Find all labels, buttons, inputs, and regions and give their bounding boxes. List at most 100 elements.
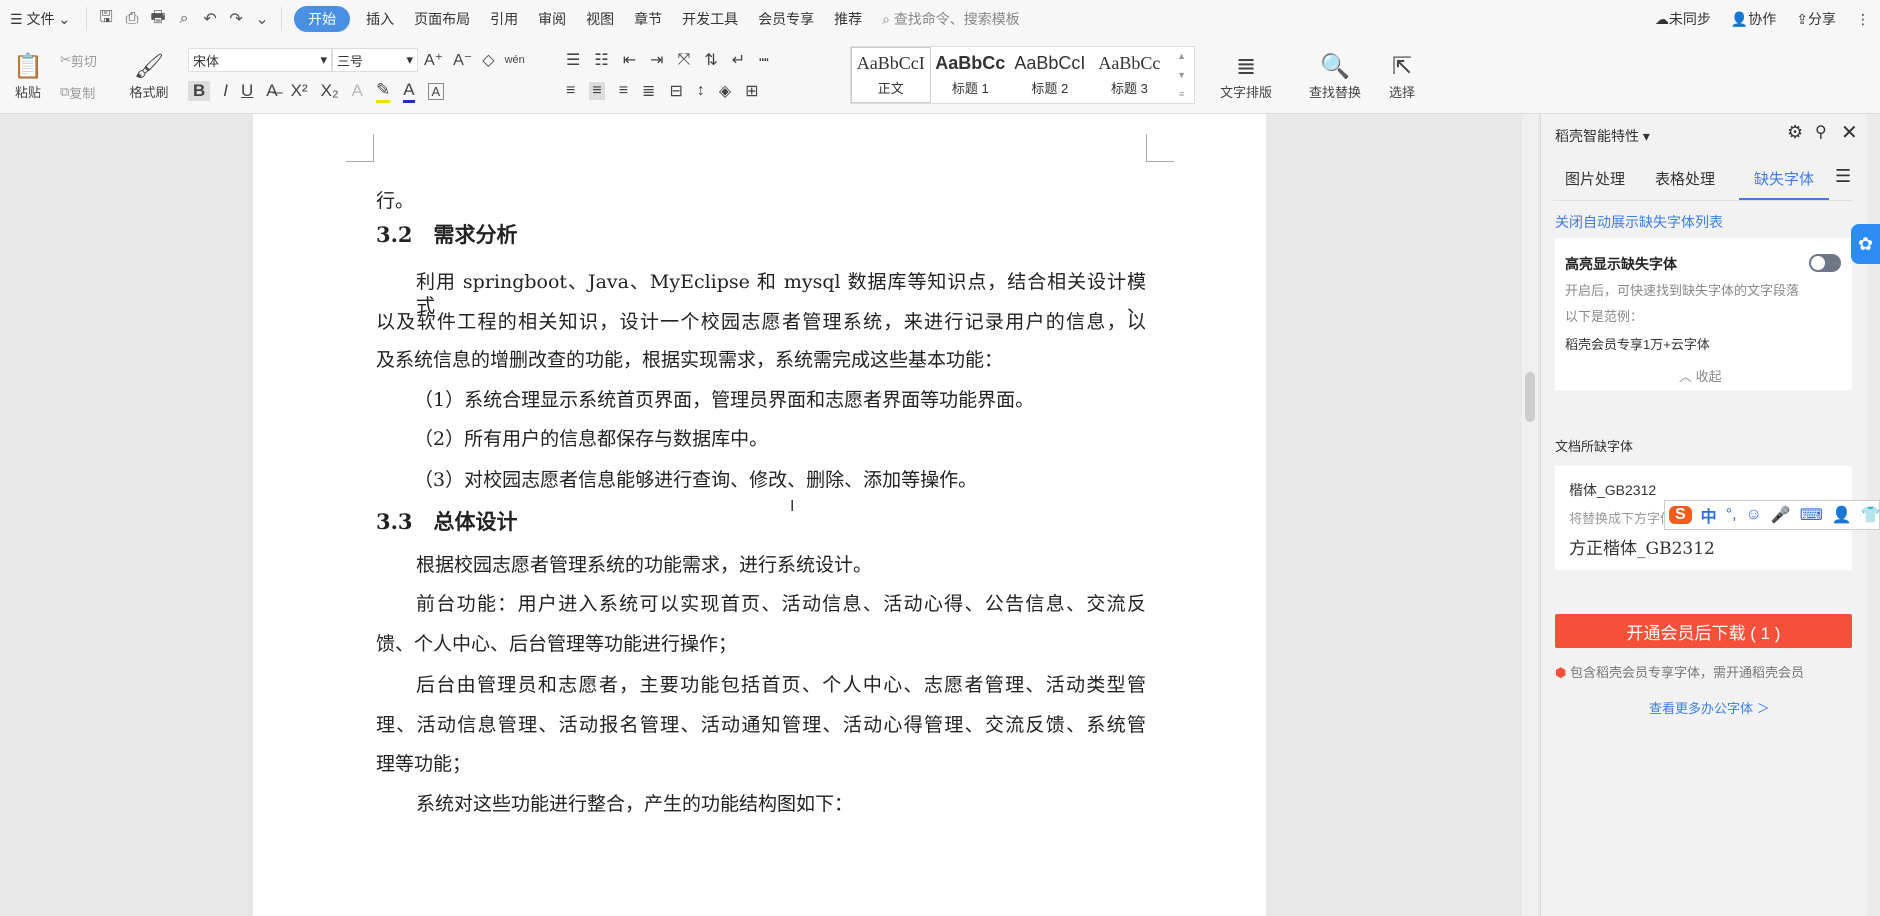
- download-fonts-button[interactable]: 开通会员后下载 ( 1 ): [1555, 614, 1852, 648]
- style-heading-1[interactable]: AaBbCc 标题 1: [931, 47, 1011, 103]
- print-preview-icon[interactable]: ⌕: [171, 0, 197, 38]
- tab-recommend[interactable]: 推荐: [824, 0, 872, 38]
- share-button[interactable]: ⇪ 分享: [1786, 0, 1846, 38]
- tab-missing-fonts[interactable]: 缺失字体: [1739, 168, 1829, 200]
- select-button[interactable]: ⇱ 选择: [1380, 46, 1424, 106]
- cursor-arrow-icon: ⇱: [1391, 52, 1413, 80]
- tab-chapter[interactable]: 章节: [624, 0, 672, 38]
- style-heading-2[interactable]: AaBbCcI 标题 2: [1010, 47, 1090, 103]
- superscript-icon[interactable]: X²: [291, 81, 308, 101]
- save-icon[interactable]: 🖫: [93, 0, 119, 38]
- close-icon[interactable]: ✕: [1841, 120, 1858, 145]
- sync-status[interactable]: ☁ 未同步: [1645, 0, 1721, 38]
- sort-icon[interactable]: ⇅: [704, 50, 717, 70]
- pinyin-icon[interactable]: wén: [505, 54, 525, 66]
- justify-icon[interactable]: ≣: [642, 81, 655, 101]
- redo-icon[interactable]: ↷: [223, 0, 249, 38]
- tab-insert[interactable]: 插入: [356, 0, 404, 38]
- tab-home[interactable]: 开始: [294, 6, 351, 32]
- microphone-icon[interactable]: 🎤: [1771, 505, 1791, 525]
- tab-member[interactable]: 会员专享: [748, 0, 824, 38]
- more-fonts-link[interactable]: 查看更多办公字体 ＞: [1649, 698, 1770, 717]
- ime-mode[interactable]: 中: [1701, 503, 1717, 527]
- ime-punct[interactable]: °,: [1726, 506, 1737, 524]
- tab-image-processing[interactable]: 图片处理: [1565, 168, 1625, 189]
- emoji-icon[interactable]: ☺: [1746, 506, 1762, 524]
- char-border-icon[interactable]: A: [427, 82, 445, 100]
- member-note-text: 包含稻壳会员专享字体，需开通稻壳会员: [1569, 665, 1804, 680]
- tab-developer[interactable]: 开发工具: [672, 0, 748, 38]
- style-preview: AaBbCc: [935, 53, 1006, 73]
- subscript-icon[interactable]: X₂: [321, 81, 339, 101]
- decrease-indent-icon[interactable]: ⇤: [623, 50, 636, 70]
- cut-button[interactable]: ✂ 剪切: [60, 48, 97, 72]
- align-right-icon[interactable]: ≡: [619, 82, 628, 100]
- line-spacing-icon[interactable]: ↕: [697, 82, 705, 100]
- tab-table-processing[interactable]: 表格处理: [1655, 168, 1715, 189]
- tab-references[interactable]: 引用: [480, 0, 528, 38]
- customize-chevron-icon[interactable]: ⌄: [249, 0, 275, 38]
- divider: [1553, 200, 1853, 201]
- tabs-icon[interactable]: ┉: [759, 50, 769, 70]
- highlight-icon[interactable]: ✎: [375, 80, 391, 103]
- shading-icon[interactable]: ◈: [719, 81, 731, 101]
- italic-icon[interactable]: I: [223, 81, 228, 101]
- tab-page-layout[interactable]: 页面布局: [404, 0, 480, 38]
- borders-icon[interactable]: ⊞: [745, 81, 758, 101]
- docer-icon: ⬢: [1555, 665, 1570, 680]
- scrollbar-thumb[interactable]: [1525, 372, 1535, 422]
- clear-format-icon[interactable]: ◇: [482, 50, 494, 70]
- collab-button[interactable]: 👤 协作: [1721, 0, 1786, 38]
- style-heading-3[interactable]: AaBbCc 标题 3: [1090, 47, 1170, 103]
- format-painter-button[interactable]: 🖌 格式刷: [124, 46, 174, 106]
- style-normal[interactable]: AaBbCcI 正文: [851, 47, 931, 103]
- skin-icon[interactable]: 👕: [1861, 505, 1880, 525]
- cloud-assistant-icon[interactable]: ✿: [1851, 224, 1880, 264]
- file-menu[interactable]: ☰ 文件 ⌄: [0, 0, 80, 38]
- font-color-icon[interactable]: A: [403, 80, 415, 103]
- shrink-font-icon[interactable]: A⁻: [453, 50, 472, 70]
- text-cursor-icon: I: [790, 498, 795, 515]
- find-replace-button[interactable]: 🔍 查找替换: [1302, 46, 1368, 106]
- style-label: 标题 1: [951, 81, 989, 96]
- highlight-toggle[interactable]: [1809, 254, 1841, 272]
- user-icon[interactable]: 👤: [1832, 505, 1852, 525]
- style-gallery-scroll[interactable]: ▲ ▼ ≡: [1169, 47, 1194, 103]
- tab-view[interactable]: 视图: [576, 0, 624, 38]
- more-icon[interactable]: ⋮: [1846, 0, 1880, 38]
- text-effect-icon[interactable]: A: [352, 81, 363, 101]
- align-center-icon[interactable]: ≡: [589, 82, 605, 100]
- command-search[interactable]: ⌕ 查找命令、搜索模板: [872, 0, 1030, 38]
- collapse-button[interactable]: ︿ 收起: [1679, 366, 1722, 385]
- bold-icon[interactable]: B: [188, 81, 211, 101]
- numbered-list-icon[interactable]: ☷: [594, 50, 608, 70]
- distribute-icon[interactable]: ⊟: [669, 81, 682, 101]
- text-layout-button[interactable]: ≣ 文字排版: [1208, 46, 1284, 106]
- tab-review[interactable]: 审阅: [528, 0, 576, 38]
- align-left-icon[interactable]: ≡: [566, 82, 575, 100]
- chinese-layout-icon[interactable]: ⤧: [678, 51, 691, 69]
- print-icon[interactable]: 🖶: [145, 0, 171, 38]
- font-name-select[interactable]: 宋体 ▾: [188, 48, 332, 72]
- doc-line: 及系统信息的增删改查的功能，根据实现需求，系统需完成这些基本功能：: [376, 349, 1004, 371]
- strikethrough-icon[interactable]: A̶: [266, 81, 277, 101]
- gear-icon[interactable]: ⚙: [1787, 122, 1803, 143]
- keyboard-icon[interactable]: ⌨: [1800, 505, 1823, 525]
- sogou-logo-icon[interactable]: S: [1669, 506, 1692, 524]
- show-marks-icon[interactable]: ↵: [732, 50, 745, 70]
- menu-icon[interactable]: ☰: [1835, 166, 1851, 187]
- font-size-select[interactable]: 三号 ▾: [332, 48, 418, 72]
- close-auto-show-link[interactable]: 关闭自动展示缺失字体列表: [1555, 212, 1723, 232]
- sidebar-title[interactable]: 稻壳智能特性 ▾: [1555, 126, 1650, 146]
- copy-button[interactable]: ⧉ 复制: [60, 80, 95, 104]
- bullet-list-icon[interactable]: ☰: [566, 50, 580, 70]
- vertical-scrollbar[interactable]: [1522, 114, 1538, 916]
- format-painter-label: 格式刷: [129, 84, 169, 100]
- export-pdf-icon[interactable]: ⎙: [119, 0, 145, 38]
- undo-icon[interactable]: ↶: [197, 0, 223, 38]
- grow-font-icon[interactable]: A⁺: [424, 50, 443, 70]
- paste-button[interactable]: 📋 粘贴: [8, 46, 48, 106]
- underline-icon[interactable]: U: [241, 81, 253, 101]
- increase-indent-icon[interactable]: ⇥: [650, 50, 663, 70]
- pin-icon[interactable]: ⚲: [1815, 122, 1827, 142]
